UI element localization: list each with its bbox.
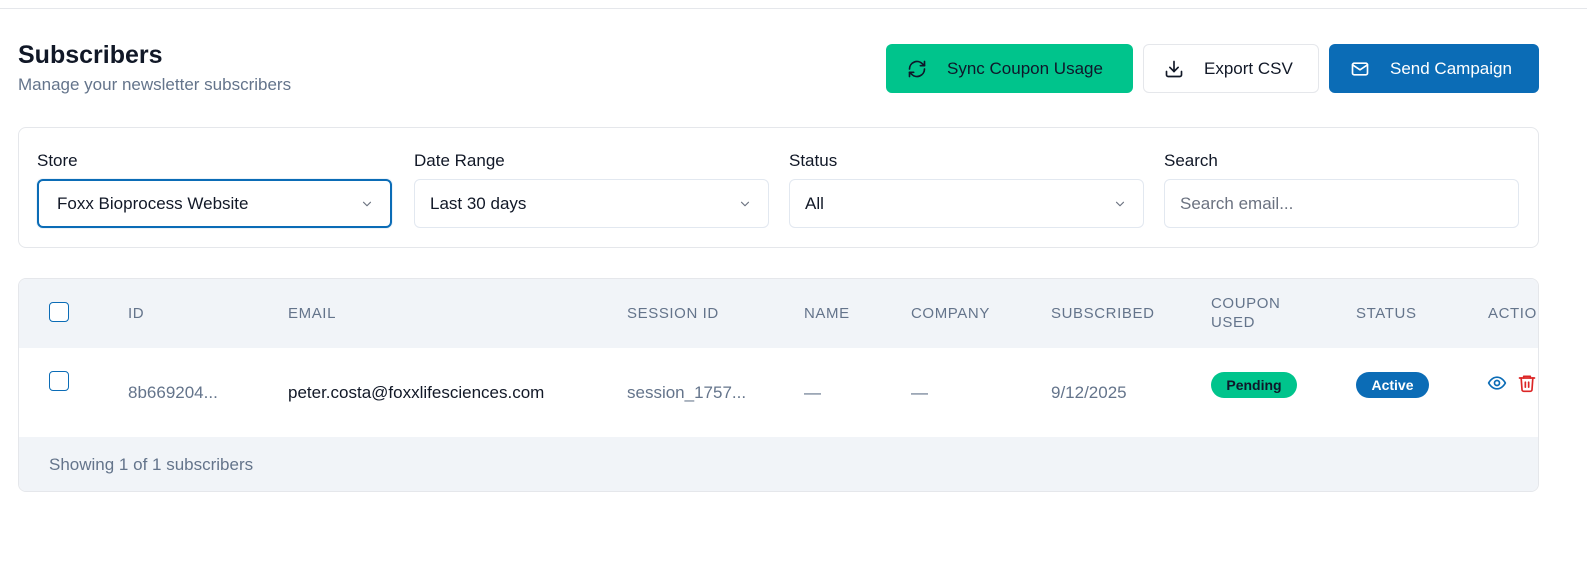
date-range-select-value: Last 30 days	[430, 193, 527, 213]
cell-session-id: session_1757...	[627, 383, 747, 402]
date-range-filter: Date Range Last 30 days	[414, 150, 769, 228]
search-label: Search	[1164, 151, 1218, 170]
column-header-coupon-used: COUPON USED	[1211, 294, 1280, 332]
column-header-session-id: SESSION ID	[627, 305, 719, 322]
cell-email: peter.costa@foxxlifesciences.com	[288, 383, 545, 402]
filters-panel: Store Foxx Bioprocess Website Date Range…	[18, 127, 1539, 248]
search-field[interactable]	[1164, 179, 1519, 228]
column-header-company: COMPANY	[911, 305, 990, 322]
status-select-value: All	[805, 193, 824, 213]
column-header-subscribed: SUBSCRIBED	[1051, 305, 1155, 322]
column-header-id: ID	[128, 305, 145, 322]
status-label: Status	[789, 151, 838, 170]
table-row[interactable]: 8b669204... peter.costa@foxxlifesciences…	[19, 348, 1538, 437]
store-label: Store	[37, 151, 78, 170]
export-csv-label: Export CSV	[1204, 58, 1293, 78]
table-header: ID EMAIL SESSION ID NAME COMPANY SUBSCRI…	[19, 279, 1538, 348]
page-header: Subscribers Manage your newsletter subsc…	[18, 40, 291, 96]
coupon-status-badge: Pending	[1211, 372, 1297, 398]
search-filter: Search	[1164, 150, 1519, 228]
chevron-down-icon	[740, 201, 750, 206]
search-input[interactable]	[1180, 193, 1502, 214]
top-divider	[0, 8, 1587, 9]
row-checkbox[interactable]	[49, 371, 69, 391]
send-campaign-label: Send Campaign	[1390, 58, 1512, 78]
eye-icon[interactable]	[1487, 373, 1507, 393]
sync-coupon-usage-label: Sync Coupon Usage	[947, 58, 1103, 78]
mail-icon	[1351, 61, 1369, 76]
select-all-checkbox[interactable]	[49, 302, 69, 322]
header-actions: Sync Coupon Usage Export CSV Send Campai…	[886, 44, 1539, 93]
column-header-name: NAME	[804, 305, 850, 322]
column-header-email: EMAIL	[288, 305, 337, 322]
export-csv-button[interactable]: Export CSV	[1143, 44, 1319, 93]
date-range-label: Date Range	[414, 151, 505, 170]
column-header-status: STATUS	[1356, 305, 1417, 322]
cell-name: —	[804, 383, 821, 402]
pagination-summary: Showing 1 of 1 subscribers	[49, 455, 254, 474]
chevron-down-icon	[1115, 201, 1125, 206]
page-title: Subscribers	[18, 41, 163, 69]
status-badge: Active	[1356, 372, 1429, 398]
date-range-select[interactable]: Last 30 days	[414, 179, 769, 228]
table-footer: Showing 1 of 1 subscribers	[19, 437, 1538, 491]
status-filter: Status All	[789, 150, 1144, 228]
trash-icon[interactable]	[1517, 373, 1537, 393]
download-icon	[1165, 60, 1183, 77]
send-campaign-button[interactable]: Send Campaign	[1329, 44, 1539, 93]
column-header-used-line: USED	[1211, 314, 1256, 331]
store-select[interactable]: Foxx Bioprocess Website	[37, 179, 392, 228]
cell-company: —	[911, 383, 928, 402]
sync-coupon-usage-button[interactable]: Sync Coupon Usage	[886, 44, 1133, 93]
column-header-actions: ACTIONS	[1488, 305, 1538, 322]
refresh-icon	[908, 60, 926, 77]
cell-id: 8b669204...	[128, 383, 218, 402]
subscribers-table: ID EMAIL SESSION ID NAME COMPANY SUBSCRI…	[18, 278, 1539, 492]
page-subtitle: Manage your newsletter subscribers	[18, 75, 292, 94]
store-select-value: Foxx Bioprocess Website	[57, 193, 249, 213]
chevron-down-icon	[362, 201, 372, 206]
status-select[interactable]: All	[789, 179, 1144, 228]
store-filter: Store Foxx Bioprocess Website	[37, 150, 392, 228]
column-header-coupon-line: COUPON	[1211, 295, 1281, 312]
cell-subscribed: 9/12/2025	[1051, 383, 1127, 402]
